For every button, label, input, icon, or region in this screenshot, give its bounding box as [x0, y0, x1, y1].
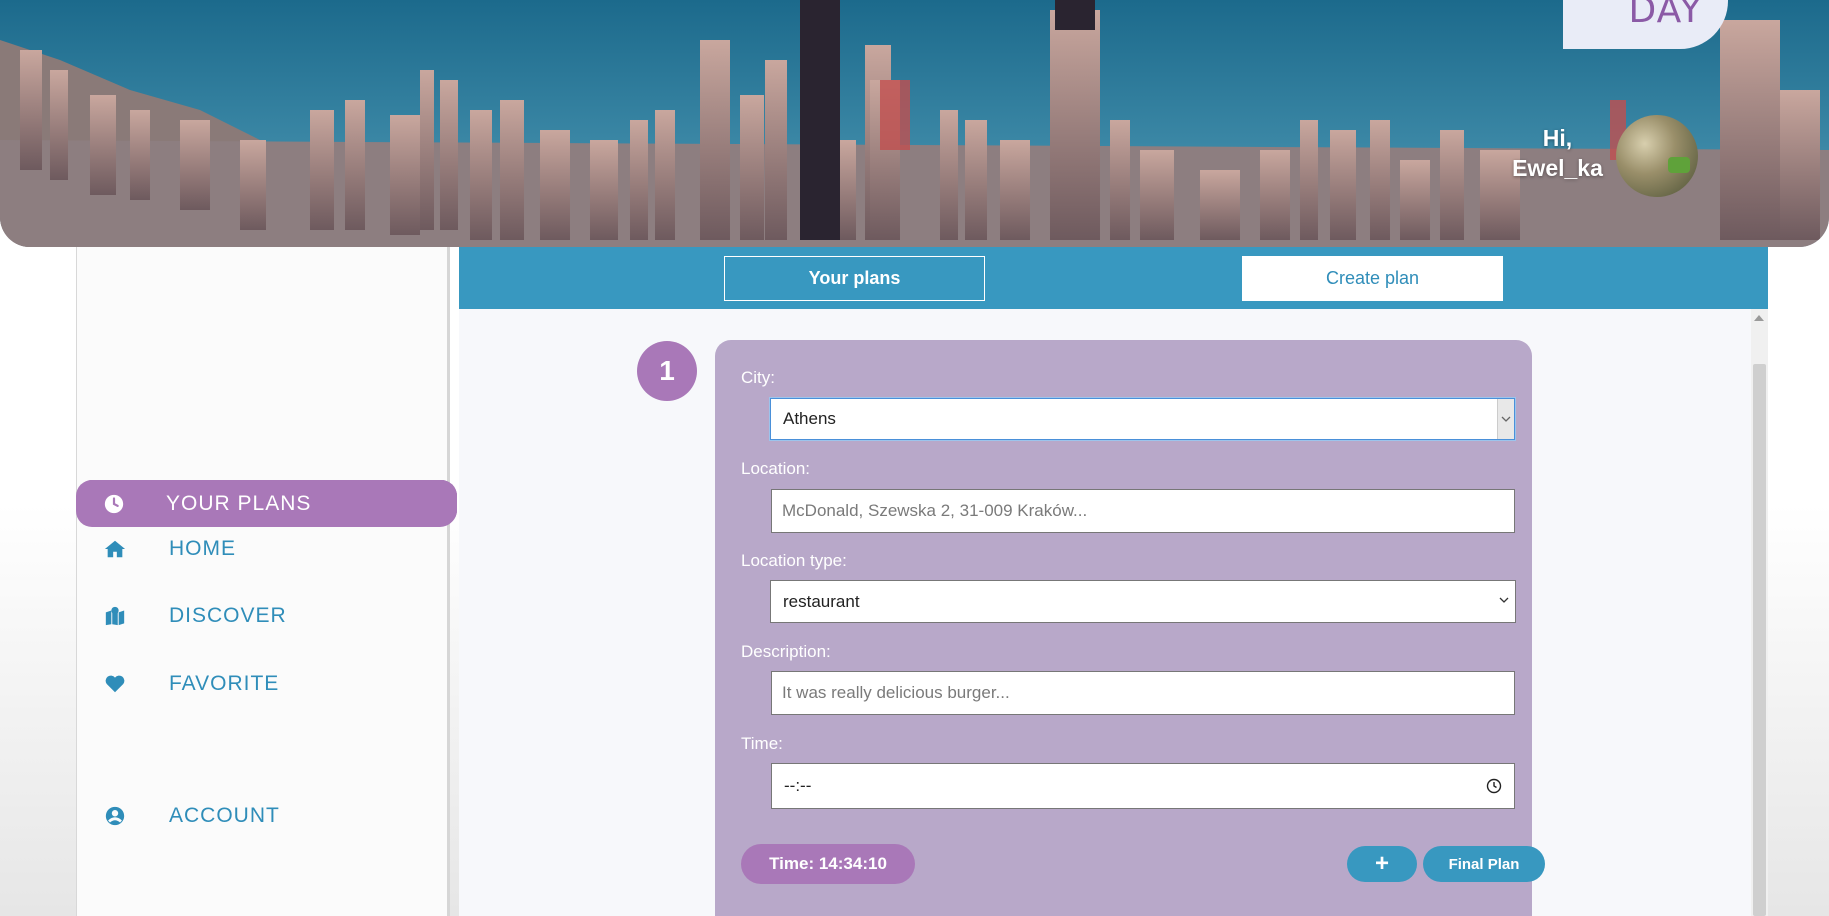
chevron-down-icon[interactable] [1497, 399, 1514, 439]
avatar[interactable] [1616, 115, 1698, 197]
home-icon [104, 540, 126, 558]
chevron-down-icon [1499, 597, 1509, 603]
main-content: Your plans Create plan 1 City: Athens Lo… [459, 247, 1768, 916]
scroll-up-arrow-icon[interactable] [1754, 315, 1764, 321]
sidebar: HOME DISCOVER FAVORITE ACCOUNT [76, 247, 457, 916]
step-number-badge: 1 [637, 341, 697, 401]
sidebar-item-label: YOUR PLANS [166, 491, 312, 515]
city-select[interactable]: Athens [770, 398, 1515, 440]
description-input[interactable]: It was really delicious burger... [771, 671, 1515, 715]
time-input-value: --:-- [784, 776, 812, 795]
location-type-label: Location type: [741, 551, 847, 570]
description-label: Description: [741, 642, 831, 661]
tab-create-plan[interactable]: Create plan [1242, 256, 1503, 301]
user-circle-icon [105, 806, 125, 826]
scrollbar[interactable] [1751, 309, 1768, 916]
map-marker-icon [105, 606, 125, 626]
add-step-button[interactable]: + [1347, 846, 1417, 882]
time-input[interactable]: --:-- [771, 763, 1515, 809]
sidebar-item-label: DISCOVER [169, 604, 287, 627]
logo-text: DAY [1628, 0, 1703, 31]
city-label: City: [741, 368, 775, 387]
location-input-placeholder: McDonald, Szewska 2, 31-009 Kraków... [782, 501, 1088, 520]
location-label: Location: [741, 459, 810, 478]
heart-icon [105, 675, 125, 693]
tab-bar: Your plans Create plan [459, 247, 1768, 309]
sidebar-item-account[interactable]: ACCOUNT [77, 793, 457, 839]
sidebar-item-label: FAVORITE [169, 672, 280, 695]
greeting-hi: Hi, [1542, 125, 1573, 151]
description-input-placeholder: It was really delicious burger... [782, 683, 1010, 702]
app-logo[interactable]: DAY [1563, 0, 1728, 49]
tab-your-plans[interactable]: Your plans [724, 256, 985, 301]
sidebar-item-home[interactable]: HOME [77, 526, 457, 572]
location-input[interactable]: McDonald, Szewska 2, 31-009 Kraków... [771, 489, 1515, 533]
location-type-select[interactable]: restaurant [770, 580, 1516, 623]
location-type-value: restaurant [783, 591, 860, 611]
scrollbar-thumb[interactable] [1753, 364, 1766, 916]
sidebar-item-label: ACCOUNT [169, 804, 280, 827]
plan-step-card: City: Athens Location: McDonald, Szewska… [715, 340, 1545, 916]
elapsed-time-badge: Time: 14:34:10 [741, 844, 915, 884]
sidebar-item-label: HOME [169, 537, 236, 560]
sidebar-item-discover[interactable]: DISCOVER [77, 593, 457, 639]
sidebar-item-your-plans-active[interactable]: YOUR PLANS [76, 480, 456, 527]
time-label: Time: [741, 734, 783, 753]
clock-icon[interactable] [1486, 778, 1502, 794]
clock-icon [104, 494, 124, 513]
user-greeting: Hi, Ewel_ka [1500, 123, 1615, 183]
greeting-username: Ewel_ka [1512, 155, 1603, 181]
city-select-value: Athens [783, 409, 836, 428]
header-banner: DAY Hi, Ewel_ka [0, 0, 1829, 247]
sidebar-item-favorite[interactable]: FAVORITE [77, 661, 457, 707]
final-plan-button[interactable]: Final Plan [1423, 846, 1545, 882]
